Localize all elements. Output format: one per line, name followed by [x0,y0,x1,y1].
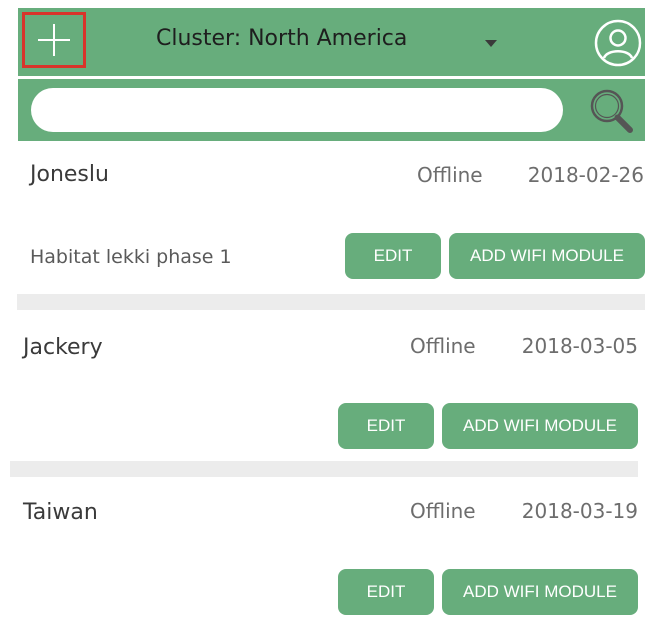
plus-icon [38,24,70,56]
add-wifi-module-button[interactable]: ADD WIFI MODULE [449,233,645,279]
device-name: Taiwan [23,500,98,525]
device-status: Offline [410,499,476,523]
edit-button[interactable]: EDIT [345,233,441,279]
chevron-down-icon[interactable] [485,40,497,47]
device-status: Offline [410,334,476,358]
search-bar [18,79,645,141]
top-bar: Cluster: North America [18,8,645,78]
cluster-selector[interactable]: Cluster: North America [156,26,407,51]
edit-button[interactable]: EDIT [338,569,434,615]
edit-button[interactable]: EDIT [338,403,434,449]
device-date: 2018-03-19 [521,499,638,523]
device-name: Jackery [23,335,103,360]
search-icon[interactable] [586,85,638,137]
add-wifi-module-button[interactable]: ADD WIFI MODULE [442,569,638,615]
device-card: Jackery Offline 2018-03-05 EDIT ADD WIFI… [10,310,645,460]
user-icon[interactable] [593,18,643,68]
device-card: Taiwan Offline 2018-03-19 EDIT ADD WIFI … [10,478,645,625]
card-separator [10,461,638,477]
search-input[interactable] [31,88,563,132]
device-date: 2018-03-05 [521,334,638,358]
add-button[interactable] [22,12,86,68]
add-wifi-module-button[interactable]: ADD WIFI MODULE [442,403,638,449]
device-location: Habitat lekki phase 1 [30,246,232,268]
device-card: Joneslu Offline 2018-02-26 Habitat lekki… [10,145,645,291]
device-date: 2018-02-26 [527,163,644,187]
device-name: Joneslu [30,162,109,187]
device-status: Offline [417,163,483,187]
card-separator [17,294,645,310]
